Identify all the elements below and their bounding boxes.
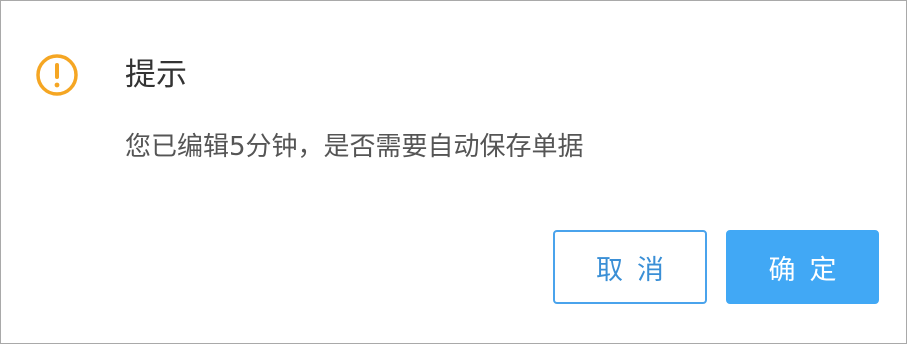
confirm-button[interactable]: 确定 [726,230,879,304]
dialog-title: 提示 [125,57,187,93]
cancel-button[interactable]: 取消 [553,230,707,304]
dialog-message: 您已编辑5分钟，是否需要自动保存单据 [125,132,584,162]
confirm-dialog: 提示 您已编辑5分钟，是否需要自动保存单据 取消 确定 [0,0,907,344]
exclamation-circle-icon [36,54,78,96]
